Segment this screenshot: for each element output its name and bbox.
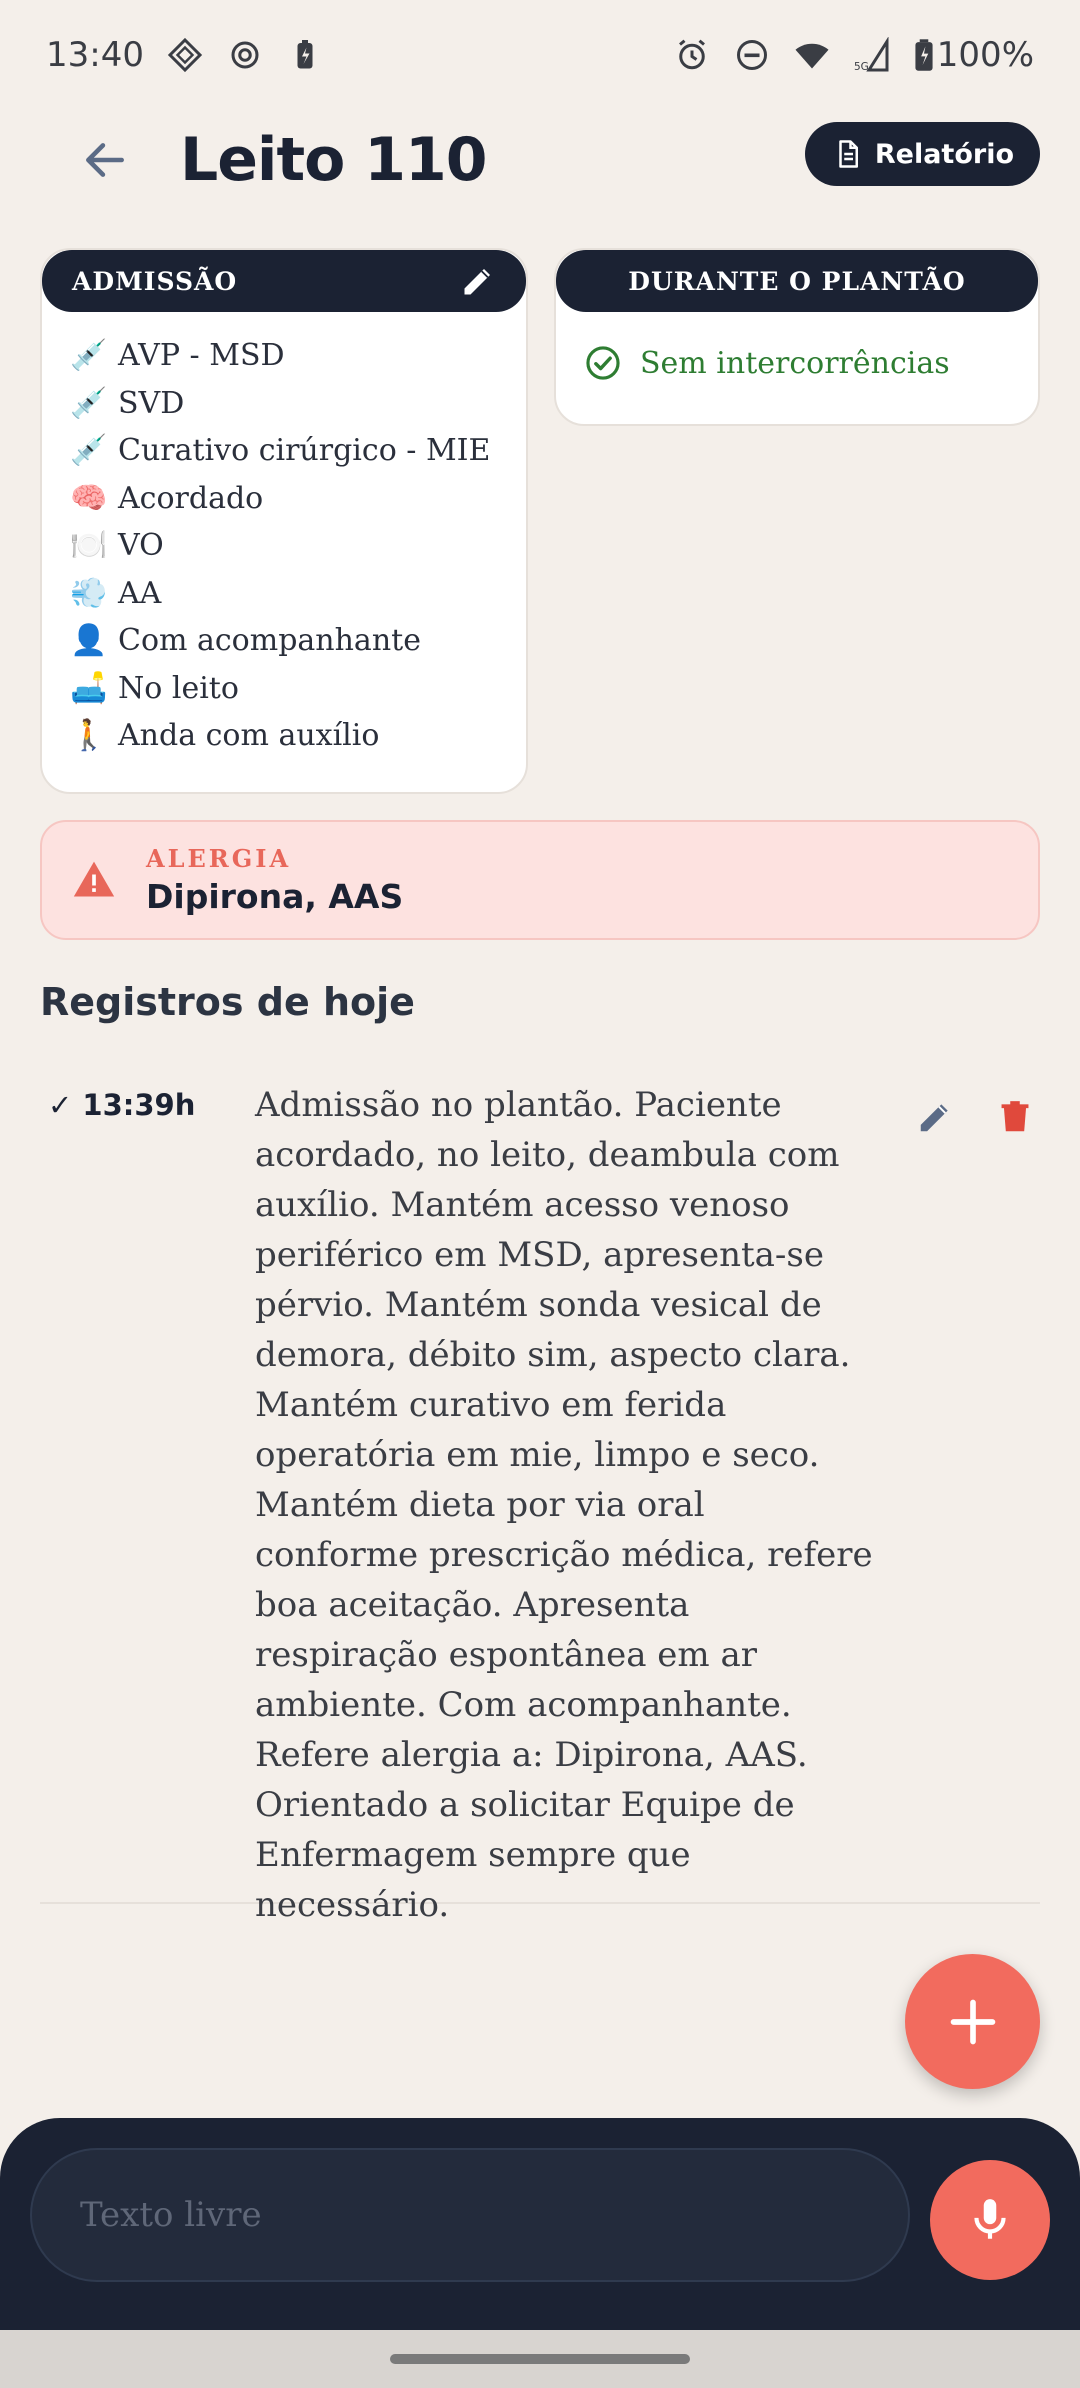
home-indicator[interactable] [390, 2354, 690, 2364]
battery-icon [913, 36, 935, 74]
brain-icon: 🧠 [70, 480, 108, 516]
diamond-icon [166, 36, 204, 74]
record-actions [910, 1092, 1040, 1142]
list-item: 🚶 Anda com auxílio [70, 712, 526, 760]
list-item: 💨 AA [70, 570, 526, 618]
plantao-title: DURANTE O PLANTÃO [628, 266, 966, 296]
allergy-content: ALERGIA Dipirona, AAS [146, 844, 403, 916]
list-item-label: Acordado [118, 480, 264, 516]
system-nav-bar [0, 2330, 1080, 2388]
list-item-label: No leito [118, 670, 239, 706]
battery-saver-icon [286, 36, 324, 74]
dnd-icon [733, 36, 771, 74]
status-bar: 13:40 5G 100% [0, 0, 1080, 110]
walking-icon: 🚶 [70, 718, 108, 754]
admissao-list: 💉 AVP - MSD 💉 SVD 💉 Curativo cirúrgico - MI… [42, 312, 526, 760]
add-record-button[interactable] [905, 1954, 1040, 2089]
check-circle-icon [586, 346, 620, 380]
allergy-value: Dipirona, AAS [146, 877, 404, 916]
free-text-input[interactable] [30, 2148, 910, 2282]
plantao-card-header: DURANTE O PLANTÃO [556, 250, 1038, 312]
plantao-status-text: Sem intercorrências [640, 345, 950, 381]
list-item: 💉 SVD [70, 380, 526, 428]
page-title: Leito 110 [180, 125, 488, 195]
wifi-icon [793, 36, 831, 74]
arrow-back-icon [86, 143, 124, 177]
list-item-label: Com acompanhante [118, 623, 421, 659]
settings-sync-icon [226, 36, 264, 74]
list-item: 👤 Com acompanhante [70, 617, 526, 665]
admissao-card: ADMISSÃO 💉 AVP - MSD 💉 SVD 💉 Curativo cirúr… [40, 248, 528, 794]
voice-input-button[interactable] [930, 2160, 1050, 2280]
document-icon [839, 140, 858, 168]
admissao-card-header: ADMISSÃO [42, 250, 526, 312]
status-left: 13:40 [46, 35, 324, 75]
battery-percent: 100% [936, 35, 1034, 75]
list-item-label: Anda com auxílio [118, 718, 380, 754]
record-item: ✓ 13:39h Admissão no plantão. Paciente a… [40, 1080, 1040, 1925]
list-item: 💉 AVP - MSD [70, 332, 526, 380]
list-item: 💉 Curativo cirúrgico - MIE [70, 427, 526, 475]
list-item-label: Curativo cirúrgico - MIE [118, 433, 491, 469]
edit-record-button[interactable] [910, 1092, 960, 1142]
syringe-icon: 💉 [70, 338, 108, 374]
list-item-label: VO [118, 528, 164, 564]
plantao-card: DURANTE O PLANTÃO Sem intercorrências [554, 248, 1040, 426]
bed-icon: 🛋️ [70, 670, 108, 706]
microphone-icon [974, 2199, 1006, 2239]
plus-icon [950, 1999, 995, 2044]
status-right: 5G 100% [673, 35, 1034, 75]
list-item-label: AA [118, 575, 162, 611]
report-button-label: Relatório [874, 138, 1014, 170]
wind-icon: 💨 [70, 575, 108, 611]
pencil-icon [464, 269, 490, 295]
record-text: Admissão no plantão. Paciente acordado, … [255, 1085, 873, 1925]
allergy-banner: ALERGIA Dipirona, AAS [40, 820, 1040, 940]
allergy-label: ALERGIA [146, 844, 292, 873]
pencil-icon [920, 1104, 948, 1132]
person-icon: 👤 [70, 623, 108, 659]
alarm-icon [673, 36, 711, 74]
syringe-icon: 💉 [70, 385, 108, 421]
header: Leito 110 Relatório [0, 110, 1080, 270]
signal-icon: 5G [853, 36, 891, 74]
list-item-label: SVD [118, 385, 185, 421]
plate-icon: 🍽️ [70, 528, 108, 564]
edit-admissao-button[interactable] [460, 263, 496, 299]
record-time: ✓ 13:39h [48, 1088, 196, 1122]
records-section-title: Registros de hoje [40, 980, 415, 1024]
delete-record-button[interactable] [990, 1092, 1040, 1142]
battery-indicator: 100% [913, 35, 1034, 75]
status-time: 13:40 [46, 35, 144, 75]
plantao-status: Sem intercorrências [556, 312, 1038, 382]
list-item: 🧠 Acordado [70, 475, 526, 523]
list-item-label: AVP - MSD [118, 338, 285, 374]
report-button[interactable]: Relatório [804, 122, 1040, 186]
warning-icon [73, 861, 115, 897]
input-bar [0, 2118, 1080, 2330]
list-item: 🛋️ No leito [70, 665, 526, 713]
back-button[interactable] [70, 125, 140, 195]
trash-icon [1001, 1101, 1029, 1132]
admissao-title: ADMISSÃO [72, 266, 238, 296]
syringe-icon: 💉 [70, 433, 108, 469]
list-item: 🍽️ VO [70, 522, 526, 570]
